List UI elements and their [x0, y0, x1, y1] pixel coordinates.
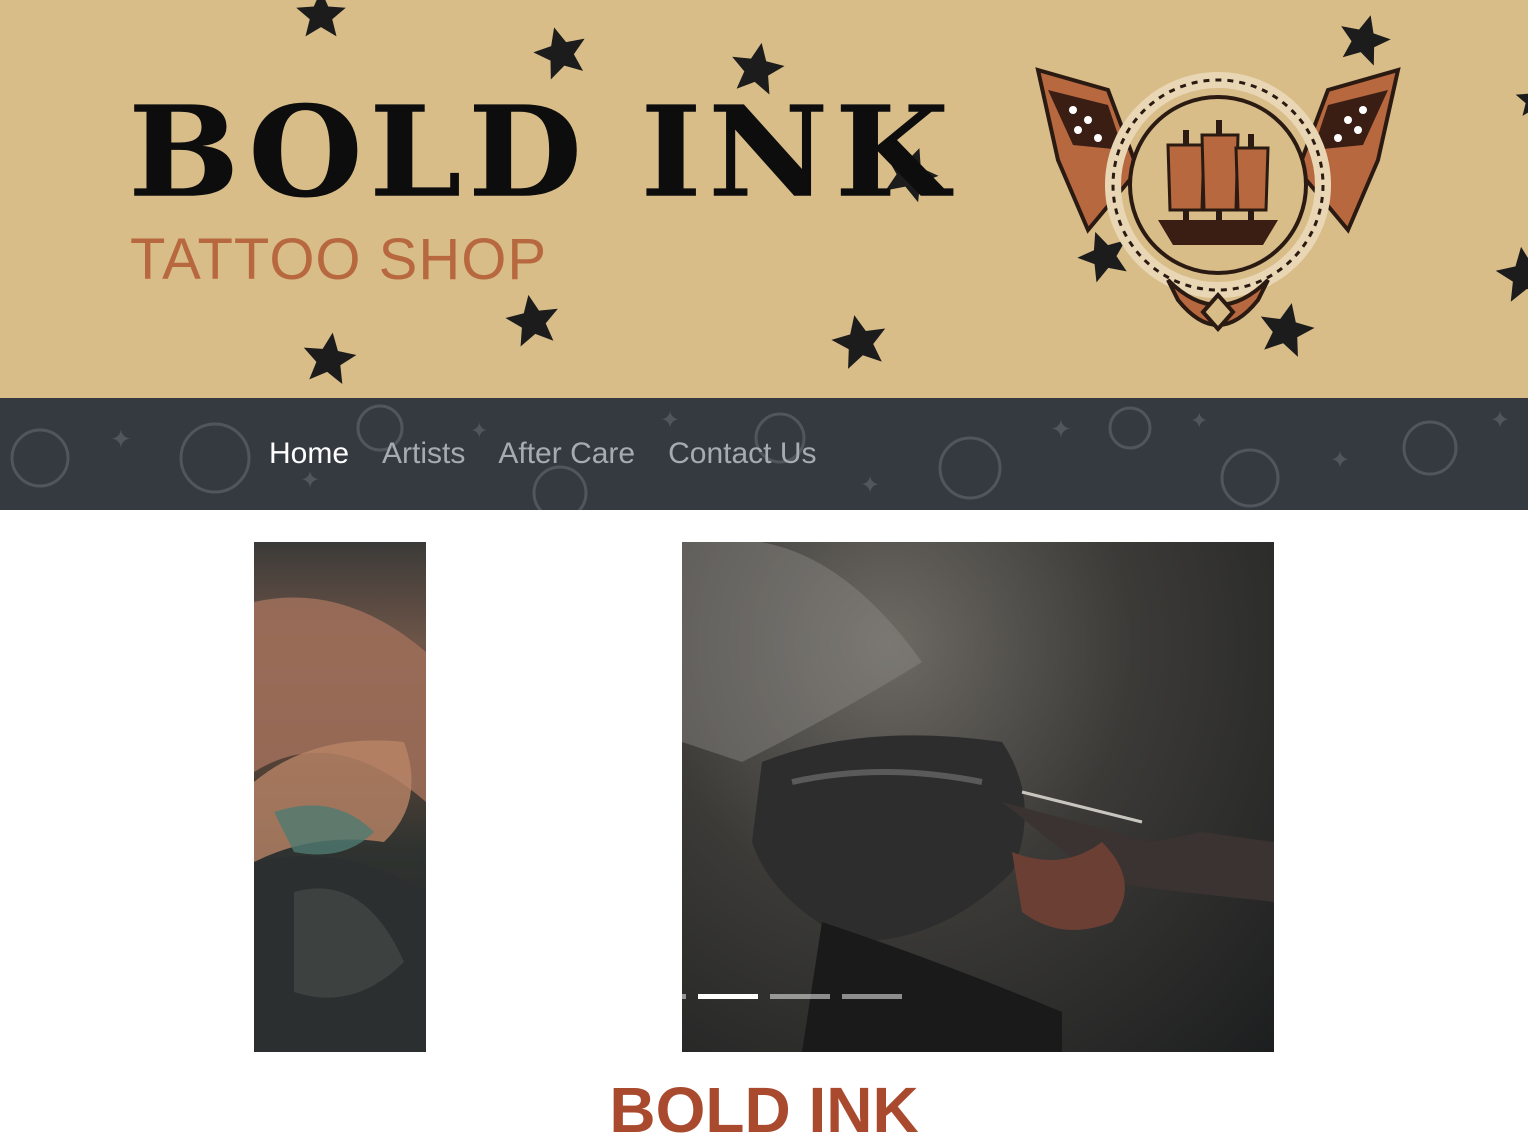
nav-link-artists[interactable]: Artists [382, 437, 465, 470]
nav-link-after-care[interactable]: After Care [498, 437, 635, 470]
tattoo-arm-photo [254, 597, 426, 1052]
svg-text:✦: ✦ [1330, 447, 1350, 474]
page-heading: BOLD INK [609, 1074, 919, 1146]
star-icon [1514, 70, 1528, 130]
svg-text:✦: ✦ [110, 424, 132, 454]
nav-link-home[interactable]: Home [269, 437, 349, 470]
ship-emblem-icon [1018, 50, 1418, 350]
logo-subtitle: TATTOO SHOP [130, 227, 548, 292]
star-icon [1490, 240, 1528, 310]
star-icon [824, 306, 895, 377]
nav-link-contact-us[interactable]: Contact Us [668, 437, 816, 470]
main-navbar: ✦ ✦ ✦ ✦ ✦ ✦ ✦ ✦ ✦ Home Artists After Care Co… [0, 398, 1528, 510]
nav-item-after-care: After Care [498, 437, 635, 471]
nav-item-artists: Artists [382, 437, 465, 471]
star-icon [525, 17, 596, 88]
tattoo-machine-photo [682, 542, 1274, 1052]
star-icon [296, 326, 362, 392]
carousel-slide-active[interactable] [682, 542, 1274, 1052]
svg-text:✦: ✦ [1190, 408, 1208, 433]
nav-item-contact-us: Contact Us [668, 437, 816, 471]
carousel-indicator[interactable] [770, 994, 830, 999]
logo-title-text: BOLD INK [128, 78, 956, 227]
star-icon [294, 0, 348, 42]
carousel-indicator[interactable] [682, 994, 686, 999]
svg-text:✦: ✦ [1490, 407, 1510, 434]
site-banner: BOLD INK TATTOO SHOP [0, 0, 1528, 398]
logo-title: BOLD INK [128, 90, 955, 215]
star-icon [499, 287, 566, 354]
svg-text:✦: ✦ [1050, 414, 1072, 444]
image-carousel [0, 542, 1528, 1052]
svg-text:✦: ✦ [860, 472, 880, 499]
nav-item-home: Home [269, 437, 349, 471]
nav-menu: Home Artists After Care Contact Us [269, 398, 816, 510]
carousel-indicator-active[interactable] [698, 994, 758, 999]
carousel-slide-prev[interactable] [254, 542, 426, 1052]
carousel-indicators [682, 994, 902, 999]
carousel-indicator[interactable] [842, 994, 902, 999]
